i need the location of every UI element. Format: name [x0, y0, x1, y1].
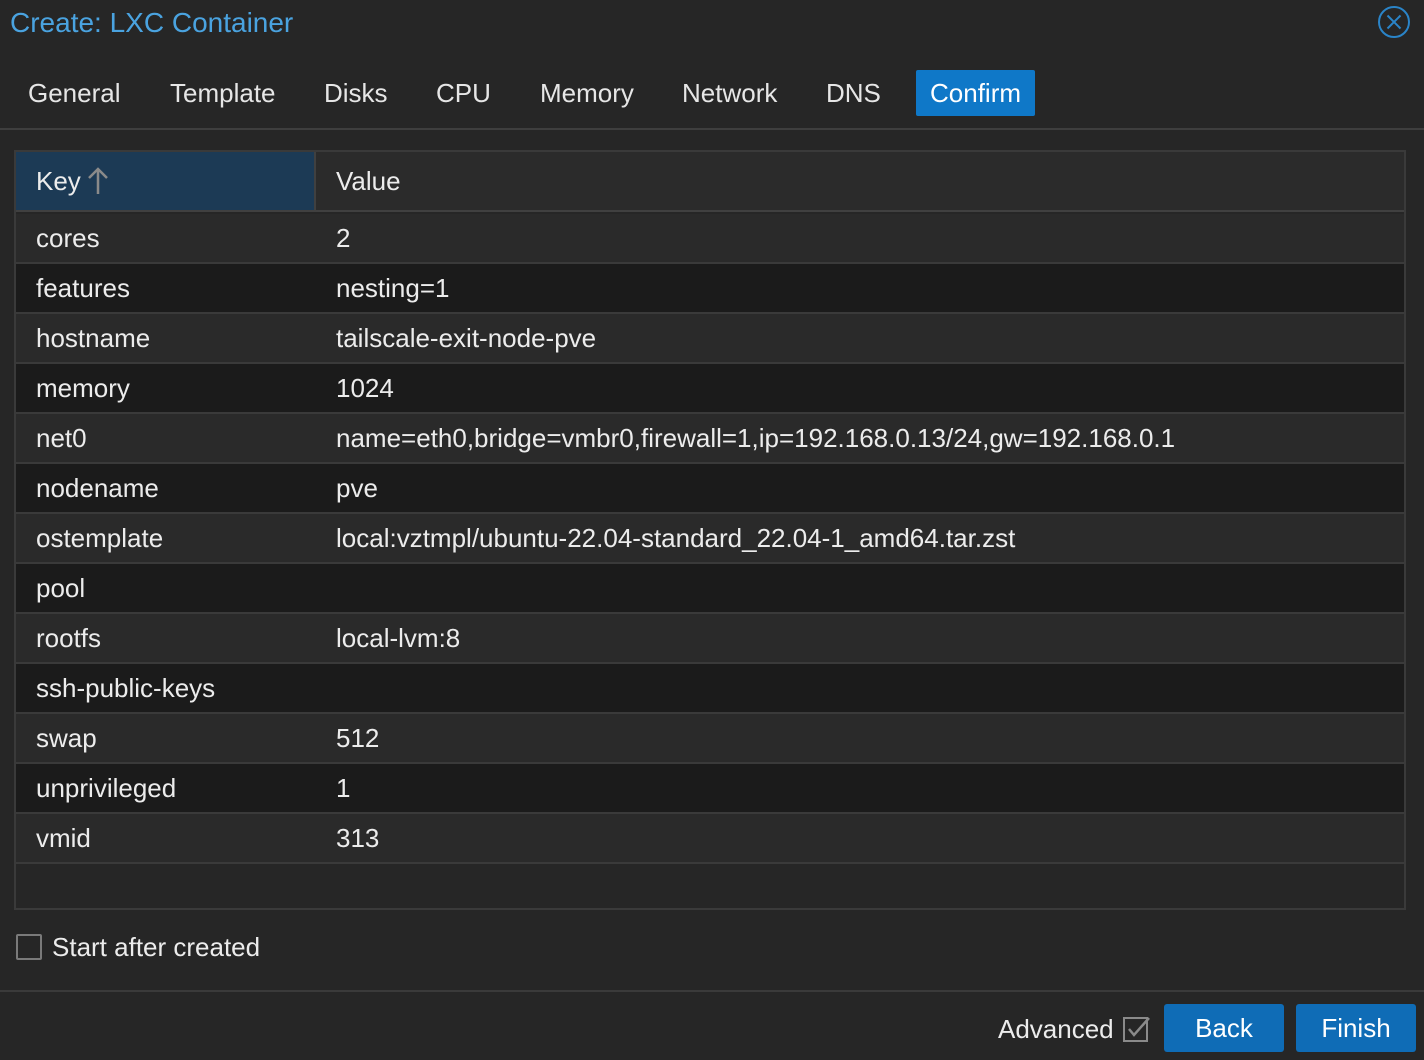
table-row[interactable]: unprivileged 1 [16, 764, 1404, 814]
table-row[interactable]: vmid 313 [16, 814, 1404, 864]
grid-header: Key Value [16, 152, 1404, 212]
row-value: local:vztmpl/ubuntu-22.04-standard_22.04… [336, 523, 1016, 553]
dialog-title: Create: LXC Container [10, 7, 294, 38]
row-value: local-lvm:8 [336, 623, 461, 653]
start-after-created-checkbox[interactable] [16, 934, 42, 960]
column-header-key-label: Key [36, 166, 81, 196]
row-value: name=eth0,bridge=vmbr0,firewall=1,ip=192… [336, 423, 1176, 453]
sort-ascending-icon [86, 166, 110, 196]
tab-disks[interactable]: Disks [310, 70, 402, 116]
tab-divider [0, 128, 1424, 130]
start-after-created-label: Start after created [52, 932, 261, 962]
row-key: unprivileged [36, 773, 177, 803]
row-key: rootfs [36, 623, 102, 653]
row-value: 2 [336, 223, 351, 253]
row-key: ostemplate [36, 523, 164, 553]
table-row[interactable]: net0 name=eth0,bridge=vmbr0,firewall=1,i… [16, 414, 1404, 464]
row-value: 512 [336, 723, 380, 753]
create-lxc-dialog: Create: LXC Container General Template D… [0, 0, 1424, 1060]
row-key: features [36, 273, 130, 303]
row-value: 313 [336, 823, 380, 853]
footer-divider [0, 990, 1424, 992]
tab-confirm[interactable]: Confirm [916, 70, 1036, 116]
row-key: memory [36, 373, 130, 403]
row-key: cores [36, 223, 100, 253]
tab-cpu[interactable]: CPU [422, 70, 505, 116]
table-row[interactable]: memory 1024 [16, 364, 1404, 414]
row-key: pool [36, 573, 86, 603]
table-row[interactable]: features nesting=1 [16, 264, 1404, 314]
tab-general[interactable]: General [14, 70, 135, 116]
row-key: swap [36, 723, 97, 753]
row-value: 1 [336, 773, 351, 803]
row-key: net0 [36, 423, 87, 453]
confirm-grid: Key Value cores 2 features nesting=1 hos… [14, 150, 1406, 910]
table-row[interactable]: swap 512 [16, 714, 1404, 764]
row-value: pve [336, 473, 378, 503]
column-header-key[interactable]: Key [16, 152, 316, 210]
row-value: 1024 [336, 373, 394, 403]
tab-memory[interactable]: Memory [526, 70, 648, 116]
wizard-tabs: General Template Disks CPU Memory Networ… [0, 70, 1424, 116]
table-row[interactable]: cores 2 [16, 214, 1404, 264]
tab-template[interactable]: Template [156, 70, 290, 116]
checkbox-checked-icon[interactable] [1122, 1014, 1152, 1044]
table-row[interactable]: hostname tailscale-exit-node-pve [16, 314, 1404, 364]
row-key: ssh-public-keys [36, 673, 216, 703]
advanced-label: Advanced [998, 1014, 1114, 1044]
title-bar: Create: LXC Container [0, 0, 1424, 46]
finish-button[interactable]: Finish [1296, 1004, 1416, 1052]
table-row[interactable]: pool [16, 564, 1404, 614]
row-key: hostname [36, 323, 151, 353]
table-row[interactable]: ssh-public-keys [16, 664, 1404, 714]
back-button[interactable]: Back [1164, 1004, 1284, 1052]
table-row[interactable]: nodename pve [16, 464, 1404, 514]
column-header-value[interactable]: Value [316, 152, 1404, 210]
table-row[interactable]: rootfs local-lvm:8 [16, 614, 1404, 664]
grid-rows: cores 2 features nesting=1 hostname tail… [16, 214, 1404, 864]
close-icon[interactable] [1377, 5, 1411, 39]
tab-network[interactable]: Network [668, 70, 791, 116]
row-key: vmid [36, 823, 91, 853]
table-row[interactable]: ostemplate local:vztmpl/ubuntu-22.04-sta… [16, 514, 1404, 564]
row-value: tailscale-exit-node-pve [336, 323, 597, 353]
column-header-value-label: Value [336, 166, 401, 196]
row-key: nodename [36, 473, 159, 503]
row-value: nesting=1 [336, 273, 450, 303]
tab-dns[interactable]: DNS [812, 70, 895, 116]
